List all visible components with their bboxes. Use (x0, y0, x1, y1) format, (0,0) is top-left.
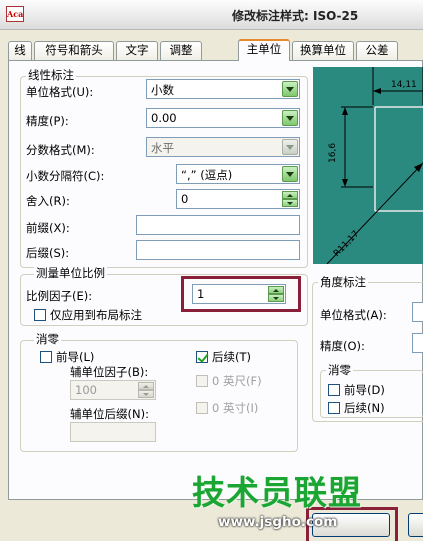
checkbox-box[interactable] (40, 351, 52, 363)
unit-format-value: 小数 (151, 83, 174, 97)
checkbox-box[interactable] (328, 384, 340, 396)
angular-unit-format-select[interactable] (412, 302, 423, 322)
tab-tolerances[interactable]: 公差 (356, 41, 398, 60)
preview-dim-top: 14,11 (391, 80, 417, 90)
round-off-input[interactable]: 0 (176, 189, 300, 209)
dimension-preview: 14,11 16,6 R11,17 (313, 67, 423, 264)
leading-zero-checkbox[interactable]: 前导(L) (40, 349, 94, 365)
checkbox-box[interactable] (196, 375, 208, 387)
spin-down-icon[interactable] (282, 199, 298, 207)
unit-format-label: 单位格式(U): (26, 85, 94, 99)
checkbox-box[interactable] (328, 402, 340, 414)
zero-feet-label: 0 英尺(F) (212, 374, 262, 388)
trailing-zero-label: 后续(T) (212, 350, 251, 364)
tab-text[interactable]: 文字 (116, 41, 158, 60)
leading-zero-label: 前导(L) (56, 350, 95, 364)
autocad-app-icon: Aca (6, 6, 24, 22)
angular-trailing-checkbox[interactable]: 后续(N) (328, 400, 385, 416)
angular-precision-label: 精度(O): (320, 339, 365, 353)
unit-format-select[interactable]: 小数 (146, 79, 300, 99)
sub-unit-factor-spinner[interactable] (138, 382, 154, 398)
sub-unit-factor-value: 100 (75, 383, 97, 397)
cancel-button[interactable] (408, 513, 423, 537)
round-off-spinner[interactable] (282, 191, 298, 207)
tab-symbols-arrows[interactable]: 符号和箭头 (34, 41, 114, 60)
chevron-down-icon[interactable] (282, 81, 298, 97)
title-bar[interactable]: Aca 修改标注样式: ISO-25 (0, 0, 423, 30)
angular-unit-format-label: 单位格式(A): (320, 308, 387, 322)
zero-inches-label: 0 英寸(I) (212, 401, 259, 415)
preview-dim-radius: R11,17 (332, 229, 361, 259)
suffix-input[interactable] (136, 240, 300, 260)
angular-leading-checkbox[interactable]: 前导(D) (328, 382, 385, 398)
round-off-value: 0 (181, 192, 189, 206)
fraction-format-value: 水平 (151, 141, 174, 155)
tab-alternate-units[interactable]: 换算单位 (292, 41, 354, 60)
layout-only-checkbox[interactable]: 仅应用到布局标注 (34, 307, 142, 323)
fraction-format-label: 分数格式(M): (26, 143, 95, 157)
preview-drawing: 14,11 16,6 R11,17 (326, 67, 423, 264)
layout-only-label: 仅应用到布局标注 (50, 308, 142, 322)
scale-factor-label: 比例因子(E): (26, 289, 93, 303)
zero-inches-checkbox[interactable]: 0 英寸(I) (196, 400, 258, 416)
tab-lines[interactable]: 线 (8, 41, 32, 60)
spin-down-icon[interactable] (138, 390, 154, 398)
precision-select[interactable]: 0.00 (146, 108, 300, 128)
angular-precision-select[interactable] (412, 333, 423, 353)
spin-up-icon[interactable] (282, 191, 298, 199)
zero-feet-checkbox[interactable]: 0 英尺(F) (196, 373, 262, 389)
trailing-zero-checkbox[interactable]: 后续(T) (196, 349, 251, 365)
dimension-style-dialog: Aca 修改标注样式: ISO-25 线 符号和箭头 文字 调整 主单位 换算单… (0, 0, 423, 541)
preview-dim-left: 16,6 (328, 143, 338, 163)
spin-up-icon[interactable] (138, 382, 154, 390)
chevron-down-icon[interactable] (282, 110, 298, 126)
checkbox-box[interactable] (34, 309, 46, 321)
precision-value: 0.00 (151, 111, 177, 125)
decimal-separator-value: “,” (逗点) (181, 168, 233, 182)
angular-leading-label: 前导(D) (344, 383, 385, 397)
prefix-input[interactable] (136, 215, 300, 235)
tab-fit[interactable]: 调整 (160, 41, 202, 60)
decimal-separator-label: 小数分隔符(C): (26, 169, 105, 183)
sub-unit-factor-label: 辅单位因子(B): (70, 365, 149, 379)
suffix-label: 后缀(S): (26, 246, 70, 260)
angular-dimensions-label: 角度标注 (318, 274, 368, 290)
angular-trailing-label: 后续(N) (344, 401, 385, 415)
site-watermark: 技术员联盟 www.jsgho.com (192, 466, 402, 530)
round-off-label: 舍入(R): (26, 194, 70, 208)
tab-primary-units[interactable]: 主单位 (238, 39, 290, 61)
zero-suppression-label: 消零 (34, 331, 61, 347)
measurement-scale-label: 测量单位比例 (34, 265, 107, 281)
chevron-down-icon[interactable] (282, 139, 298, 155)
watermark-url: www.jsgho.com (218, 514, 338, 530)
fraction-format-select[interactable]: 水平 (146, 137, 300, 157)
sub-unit-factor-input[interactable]: 100 (70, 380, 156, 400)
angular-zero-suppression-label: 消零 (326, 362, 353, 378)
dialog-title: 修改标注样式: ISO-25 (232, 9, 359, 23)
watermark-brand: 技术员联盟 (192, 473, 362, 512)
sub-unit-suffix-input[interactable] (70, 422, 156, 442)
checkbox-checked-icon[interactable] (196, 351, 208, 363)
prefix-label: 前缀(X): (26, 221, 70, 235)
chevron-down-icon[interactable] (282, 166, 298, 182)
checkbox-box[interactable] (196, 402, 208, 414)
linear-dimensions-label: 线性标注 (26, 67, 76, 83)
decimal-separator-select[interactable]: “,” (逗点) (176, 164, 300, 184)
sub-unit-suffix-label: 辅单位后缀(N): (70, 407, 149, 421)
precision-label: 精度(P): (26, 114, 69, 128)
scale-factor-highlight (181, 276, 301, 312)
